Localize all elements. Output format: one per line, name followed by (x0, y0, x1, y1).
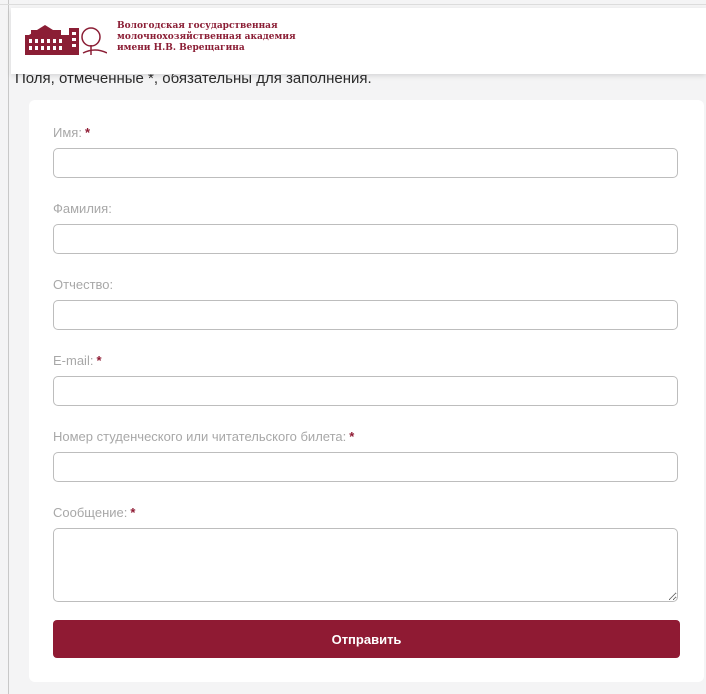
site-header: Вологодская государственная молочнохозяй… (11, 8, 706, 74)
patronymic-input[interactable] (53, 300, 678, 330)
ticket-number-input[interactable] (53, 452, 678, 482)
last-name-label: Фамилия: (53, 201, 112, 216)
email-label: E-mail: * (53, 353, 102, 368)
org-name-line-2: молочнохозяйственная академия (117, 32, 296, 42)
required-mark: * (130, 505, 136, 520)
academy-building-logo[interactable] (25, 23, 107, 55)
feedback-form: Имя: * Фамилия: Отчество: E-mail: * Номер … (29, 100, 704, 682)
required-mark: * (84, 125, 90, 140)
ticket-number-label: Номер студенческого или читательского би… (53, 429, 355, 444)
message-textarea[interactable] (53, 528, 678, 602)
email-input[interactable] (53, 376, 678, 406)
submit-button[interactable]: Отправить (53, 620, 680, 658)
message-label: Сообщение: * (53, 505, 136, 520)
org-name-line-1: Вологодская государственная (117, 21, 278, 31)
org-name-line-3: имени Н.В. Верещагина (117, 43, 245, 53)
required-mark: * (349, 429, 355, 444)
last-name-input[interactable] (53, 224, 678, 254)
first-name-label: Имя: * (53, 125, 90, 140)
window-top-border (0, 4, 706, 5)
window-left-border (8, 0, 9, 694)
required-mark: * (96, 353, 102, 368)
patronymic-label: Отчество: (53, 277, 114, 292)
organization-name[interactable]: Вологодская государственная молочнохозяй… (117, 21, 296, 54)
first-name-input[interactable] (53, 148, 678, 178)
